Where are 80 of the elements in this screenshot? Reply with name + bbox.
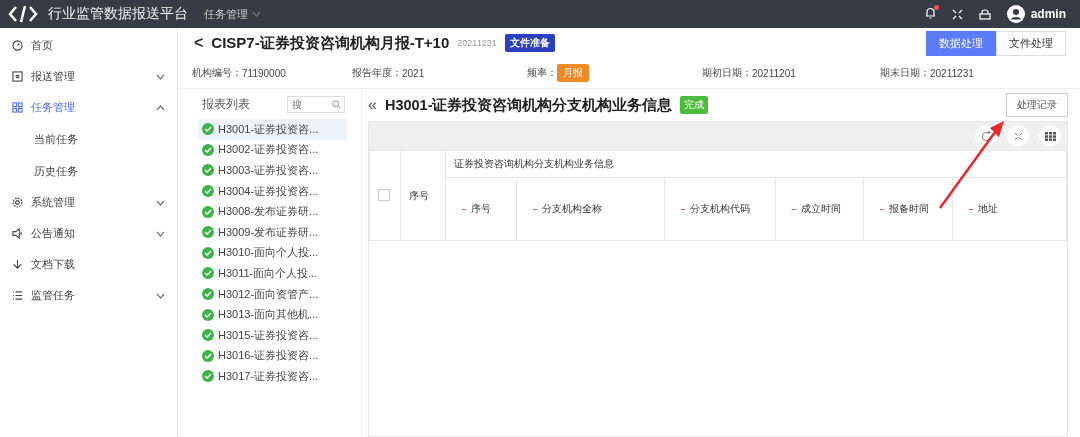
fullscreen-icon[interactable] <box>951 8 963 20</box>
notification-button[interactable] <box>924 7 936 21</box>
task-title: CISP7-证券投资咨询机构月报-T+10 <box>211 33 450 53</box>
field-value: 71190000 <box>242 67 286 79</box>
task-date: 20211231 <box>457 38 497 48</box>
sidebar-item[interactable]: 系统管理 <box>0 187 177 218</box>
download-icon <box>12 259 23 270</box>
list-icon <box>12 290 23 301</box>
report-item[interactable]: H3017-证券投资咨... <box>198 366 347 387</box>
back-button[interactable]: < <box>194 34 204 52</box>
field-value: 20211231 <box>930 67 974 79</box>
chevron-icon <box>156 230 165 237</box>
column-header: 地址 <box>977 203 998 214</box>
field-value: 2021 <box>402 67 425 79</box>
sidebar-item[interactable]: 文档下载 <box>0 249 177 280</box>
field-label: 期初日期： <box>702 66 752 80</box>
tab[interactable]: 数据处理 <box>926 30 996 56</box>
sidebar-item[interactable]: 公告通知 <box>0 218 177 249</box>
chevron-icon <box>156 104 165 111</box>
list-title: 报表列表 <box>201 95 250 113</box>
code-logo-icon <box>8 4 38 24</box>
column-header: 分支机构全称 <box>541 203 602 214</box>
report-item[interactable]: H3013-面向其他机... <box>198 304 347 325</box>
form-icon <box>12 71 23 82</box>
sidebar-subitem[interactable]: 当前任务 <box>0 123 177 155</box>
sidebar-subitem[interactable]: 历史任务 <box>0 155 177 187</box>
report-item[interactable]: H3003-证券投资咨... <box>198 160 347 181</box>
report-item[interactable]: H3012-面向资管产... <box>198 283 347 305</box>
status-tag: 文件准备 <box>504 34 555 52</box>
speaker-icon <box>12 228 23 239</box>
chevron-icon <box>156 73 165 80</box>
report-item[interactable]: H3010-面向个人投... <box>198 242 347 264</box>
field-label: 机构编号： <box>192 66 242 80</box>
report-item[interactable]: H3009-发布证券研... <box>198 221 347 243</box>
sidebar-item[interactable]: 监管任务 <box>0 280 177 311</box>
app-title: 行业监管数据报送平台 <box>48 5 188 23</box>
chevron-icon <box>252 11 261 17</box>
column-header: 报备时间 <box>889 203 930 214</box>
field-label: 报告年度： <box>352 66 402 80</box>
field-label: 期末日期： <box>880 66 930 80</box>
column-header: 序号 <box>409 189 430 201</box>
column-header: 成立时间 <box>801 203 842 214</box>
field-value: 20211201 <box>752 67 796 79</box>
report-item[interactable]: H3011-面向个人投... <box>198 263 347 284</box>
sidebar-item[interactable]: 任务管理 <box>0 92 177 123</box>
field-label: 频率： <box>527 66 557 80</box>
report-item[interactable]: H3004-证券投资咨... <box>198 180 347 202</box>
report-item[interactable]: H3016-证券投资咨... <box>198 345 347 367</box>
report-item[interactable]: H3008-发布证券研... <box>198 201 347 222</box>
tab[interactable]: 文件处理 <box>996 30 1066 56</box>
report-item[interactable]: H3015-证券投资咨... <box>198 324 347 346</box>
sidebar-item[interactable]: 报送管理 <box>0 61 177 92</box>
settings-icon <box>12 197 23 208</box>
select-all-checkbox[interactable] <box>378 188 390 201</box>
user-menu[interactable]: admin <box>1006 5 1066 23</box>
gauge-icon <box>12 40 23 51</box>
collapse-button[interactable]: « <box>368 96 377 114</box>
report-item[interactable]: H3002-证券投资咨... <box>198 139 347 161</box>
search-icon <box>332 99 341 109</box>
grid-icon <box>1044 131 1056 141</box>
group-header: 证券投资咨询机构分支机构业务信息 <box>453 158 614 169</box>
bell-icon <box>924 7 936 19</box>
avatar-icon <box>1006 5 1025 23</box>
frequency-tag: 月报 <box>557 64 589 82</box>
grid-icon <box>12 102 23 113</box>
search-field[interactable]: 搜 <box>287 95 345 113</box>
lock-icon[interactable] <box>978 8 991 20</box>
column-header: 分支机构代码 <box>690 203 751 214</box>
refresh-icon <box>980 130 992 142</box>
columns-button[interactable] <box>1039 126 1061 146</box>
report-item[interactable]: H3001-证券投资咨... <box>198 119 347 140</box>
history-button[interactable]: 处理记录 <box>1006 93 1068 117</box>
fullscreen-icon <box>1013 131 1023 141</box>
task-menu[interactable]: 任务管理 <box>204 6 261 22</box>
chevron-icon <box>156 292 165 299</box>
chevron-icon <box>156 199 165 206</box>
status-tag: 完成 <box>680 96 709 114</box>
report-title: H3001-证券投资咨询机构分支机构业务信息 <box>384 95 673 115</box>
column-header: 序号 <box>470 203 491 214</box>
sidebar-item[interactable]: 首页 <box>0 30 177 61</box>
